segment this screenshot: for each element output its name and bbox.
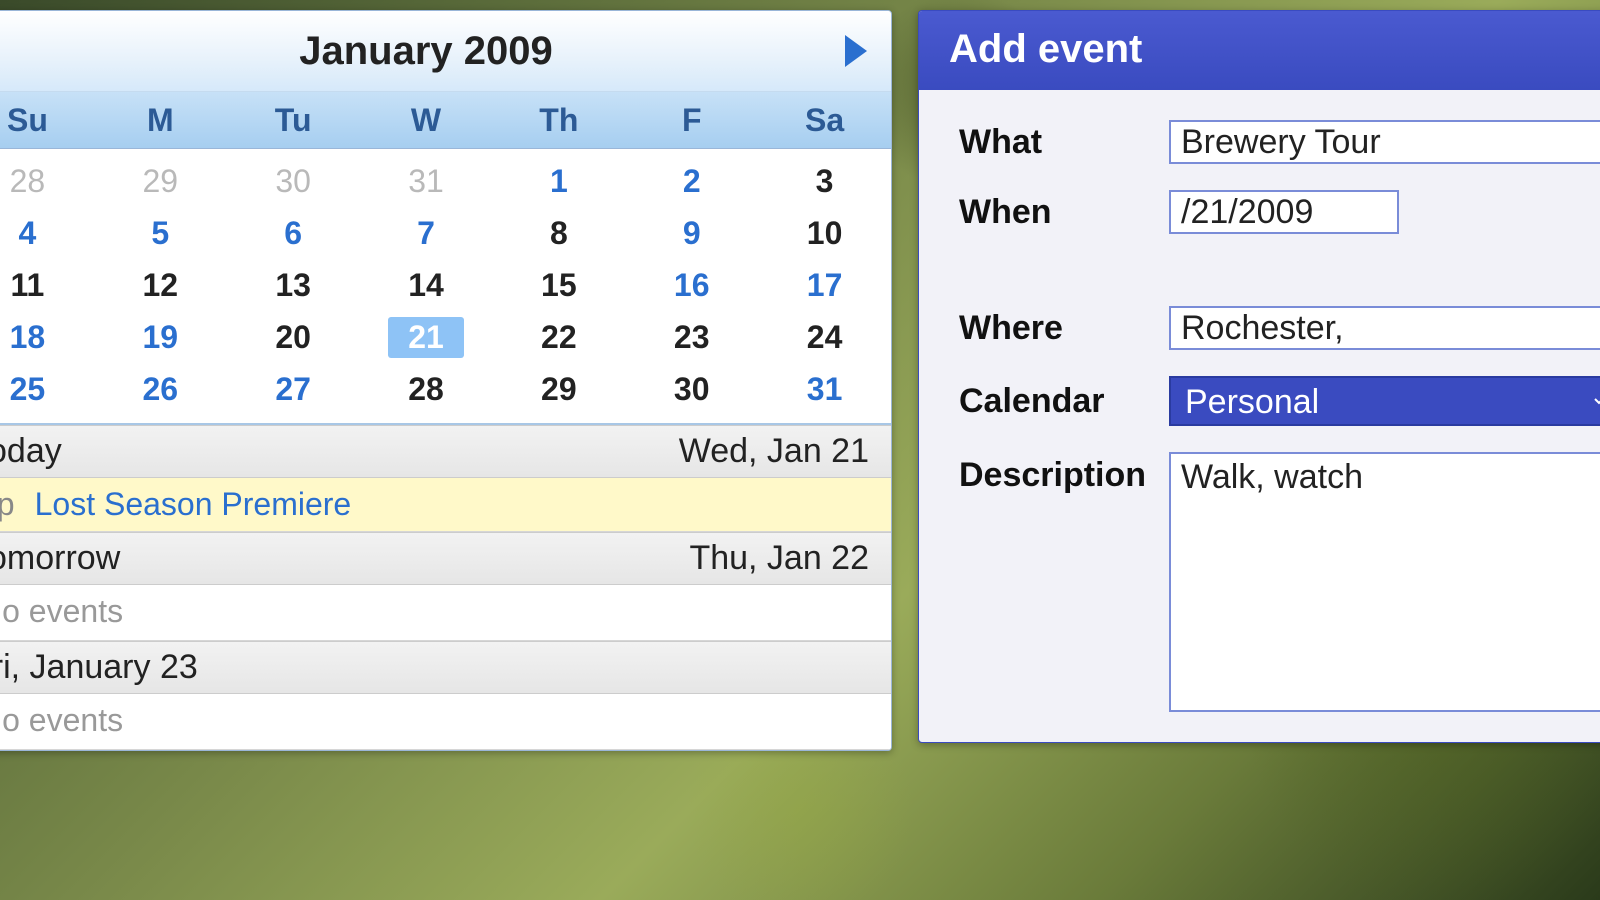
what-label: What xyxy=(959,123,1169,162)
agenda-header-0: TodayWed, Jan 21 xyxy=(0,425,891,478)
agenda-header-1: TomorrowThu, Jan 22 xyxy=(0,532,891,585)
weekday-f: F xyxy=(625,92,758,148)
when-date-input[interactable] xyxy=(1169,190,1399,234)
day-31[interactable]: 31 xyxy=(758,363,891,415)
weekday-tu: Tu xyxy=(227,92,360,148)
day-5[interactable]: 5 xyxy=(94,207,227,259)
day-12[interactable]: 12 xyxy=(94,259,227,311)
day-22[interactable]: 22 xyxy=(492,311,625,363)
day-18[interactable]: 18 xyxy=(0,311,94,363)
day-20[interactable]: 20 xyxy=(227,311,360,363)
next-month-icon[interactable] xyxy=(845,35,867,67)
weekday-w: W xyxy=(360,92,493,148)
what-input[interactable] xyxy=(1169,120,1600,164)
weekday-header-row: SuMTuWThFSa xyxy=(0,92,891,149)
when-row xyxy=(1169,190,1600,234)
when-label: When xyxy=(959,193,1169,232)
day-7[interactable]: 7 xyxy=(360,207,493,259)
day-27[interactable]: 27 xyxy=(227,363,360,415)
day-11[interactable]: 11 xyxy=(0,259,94,311)
weekday-m: M xyxy=(94,92,227,148)
day-26[interactable]: 26 xyxy=(94,363,227,415)
day-2[interactable]: 2 xyxy=(625,155,758,207)
day-28[interactable]: 28 xyxy=(360,363,493,415)
agenda-header-2: Fri, January 23 xyxy=(0,641,891,694)
day-17[interactable]: 17 xyxy=(758,259,891,311)
day-29[interactable]: 29 xyxy=(492,363,625,415)
day-30[interactable]: 30 xyxy=(625,363,758,415)
calendar-title-bar: January 2009 xyxy=(0,11,891,92)
day-9[interactable]: 9 xyxy=(625,207,758,259)
agenda-event-0-0[interactable]: 8p Lost Season Premiere xyxy=(0,478,891,532)
where-input[interactable] xyxy=(1169,306,1600,350)
day-1[interactable]: 1 xyxy=(492,155,625,207)
day-10[interactable]: 10 xyxy=(758,207,891,259)
day-21[interactable]: 21 xyxy=(360,311,493,363)
calendar-month-title: January 2009 xyxy=(299,29,553,74)
description-textarea[interactable] xyxy=(1169,452,1600,712)
description-label: Description xyxy=(959,452,1169,495)
agenda-section: TodayWed, Jan 21 8p Lost Season Premiere To… xyxy=(0,423,891,750)
add-event-title: Add event xyxy=(919,11,1600,90)
day-23[interactable]: 23 xyxy=(625,311,758,363)
add-event-panel: Add event What When Where Calendar Perso… xyxy=(918,10,1600,743)
calendar-grid: 2829303112345678910111213141516171819202… xyxy=(0,149,891,423)
day-6[interactable]: 6 xyxy=(227,207,360,259)
agenda-event-time: 8p xyxy=(0,486,15,523)
day-19[interactable]: 19 xyxy=(94,311,227,363)
day-31[interactable]: 31 xyxy=(360,155,493,207)
day-16[interactable]: 16 xyxy=(625,259,758,311)
day-13[interactable]: 13 xyxy=(227,259,360,311)
calendar-label: Calendar xyxy=(959,382,1169,421)
day-25[interactable]: 25 xyxy=(0,363,94,415)
agenda-empty-1: No events xyxy=(0,585,891,641)
day-15[interactable]: 15 xyxy=(492,259,625,311)
weekday-th: Th xyxy=(492,92,625,148)
day-29[interactable]: 29 xyxy=(94,155,227,207)
day-28[interactable]: 28 xyxy=(0,155,94,207)
weekday-sa: Sa xyxy=(758,92,891,148)
agenda-event-title: Lost Season Premiere xyxy=(35,486,352,523)
day-8[interactable]: 8 xyxy=(492,207,625,259)
add-event-form: What When Where Calendar Personal Descri… xyxy=(919,90,1600,742)
weekday-su: Su xyxy=(0,92,94,148)
where-label: Where xyxy=(959,309,1169,348)
day-14[interactable]: 14 xyxy=(360,259,493,311)
day-24[interactable]: 24 xyxy=(758,311,891,363)
agenda-empty-2: No events xyxy=(0,694,891,750)
day-3[interactable]: 3 xyxy=(758,155,891,207)
day-4[interactable]: 4 xyxy=(0,207,94,259)
day-30[interactable]: 30 xyxy=(227,155,360,207)
calendar-select[interactable]: Personal xyxy=(1169,376,1600,426)
calendar-panel: January 2009 SuMTuWThFSa 282930311234567… xyxy=(0,10,892,751)
